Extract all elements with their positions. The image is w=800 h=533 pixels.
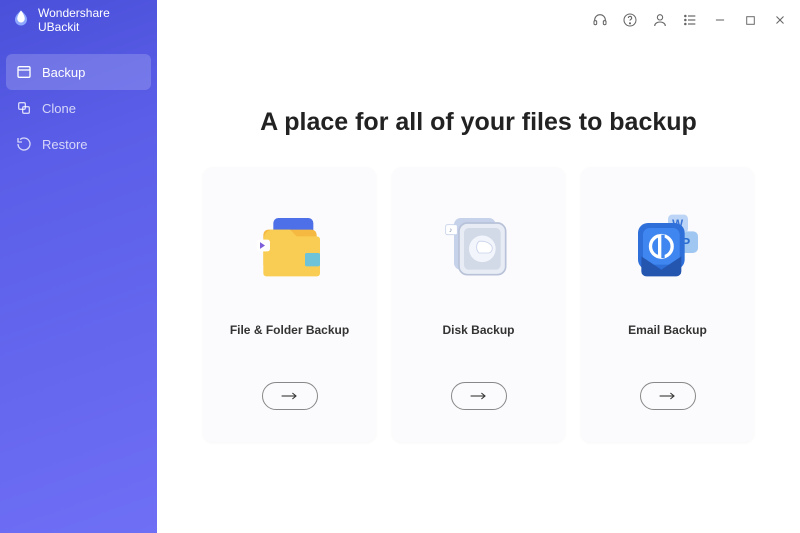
clone-icon [16,100,32,116]
cards: File & Folder Backup ♪ [187,167,770,442]
sidebar-item-label: Restore [42,137,88,152]
user-icon[interactable] [652,12,668,28]
card-title: Disk Backup [442,323,514,337]
card-file-folder-backup[interactable]: File & Folder Backup [203,167,376,442]
sidebar-item-restore[interactable]: Restore [0,126,157,162]
sidebar-item-clone[interactable]: Clone [0,90,157,126]
backup-icon [16,64,32,80]
app-logo-icon [12,9,30,32]
card-title: File & Folder Backup [230,323,349,337]
folder-illustration-icon [215,193,364,303]
card-title: Email Backup [628,323,707,337]
headset-icon[interactable] [592,12,608,28]
close-icon[interactable] [772,12,788,28]
content: A place for all of your files to backup … [157,40,800,533]
sidebar-item-backup[interactable]: Backup [6,54,151,90]
main: A place for all of your files to backup … [157,0,800,533]
card-email-backup[interactable]: P W Email Backup [581,167,754,442]
maximize-icon[interactable] [742,12,758,28]
card-action-button[interactable] [262,382,318,410]
card-action-button[interactable] [451,382,507,410]
titlebar [157,0,800,40]
card-action-button[interactable] [640,382,696,410]
sidebar-item-label: Backup [42,65,85,80]
sidebar-item-label: Clone [42,101,76,116]
help-icon[interactable] [622,12,638,28]
brand-title: Wondershare UBackit [38,6,145,34]
sidebar: Wondershare UBackit Backup Clone Restore [0,0,157,533]
page-heading: A place for all of your files to backup [187,108,770,137]
restore-icon [16,136,32,152]
nav: Backup Clone Restore [0,54,157,162]
disk-illustration-icon: ♪ [404,193,553,303]
minimize-icon[interactable] [712,12,728,28]
brand: Wondershare UBackit [0,0,157,40]
card-disk-backup[interactable]: ♪ Disk Backup [392,167,565,442]
email-illustration-icon: P W [593,193,742,303]
svg-text:♪: ♪ [449,227,452,234]
list-icon[interactable] [682,12,698,28]
